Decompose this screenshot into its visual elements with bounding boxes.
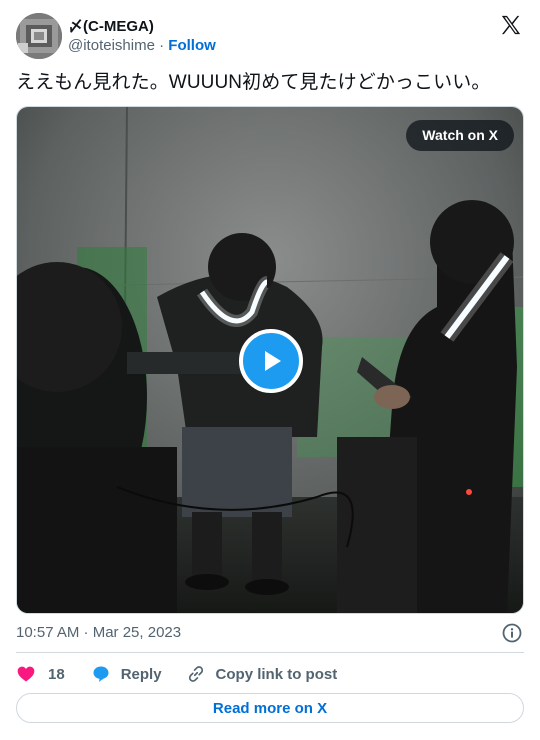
copy-link-button[interactable]: Copy link to post <box>186 664 338 684</box>
link-icon <box>188 666 203 682</box>
author-handle-line: @itoteishime · Follow <box>68 36 216 56</box>
post-timestamp[interactable]: 10:57 AM · Mar 25, 2023 <box>16 623 181 643</box>
play-icon <box>265 351 281 371</box>
info-icon[interactable] <box>502 623 522 643</box>
follow-button[interactable]: Follow <box>168 37 216 54</box>
author-handle[interactable]: @itoteishime <box>68 37 155 54</box>
like-count: 18 <box>48 665 65 683</box>
post-text: ええもん見れた。WUUUN初めて見たけどかっこいい。 <box>16 72 491 93</box>
reply-button[interactable]: Reply <box>91 664 162 684</box>
handle-separator: · <box>154 36 169 54</box>
divider <box>16 652 524 653</box>
embedded-post-card: 〆(C-MEGA) @itoteishime · Follow ええもん見れた。… <box>0 0 540 740</box>
copy-link-label: Copy link to post <box>215 665 338 683</box>
read-more-button[interactable]: Read more on X <box>16 693 524 723</box>
post-header: 〆(C-MEGA) @itoteishime · Follow <box>16 12 524 60</box>
post-actions: 18 Reply Copy link to post <box>16 660 524 688</box>
x-logo-icon[interactable] <box>500 14 522 36</box>
video-player[interactable]: Watch on X <box>16 106 524 614</box>
like-button[interactable]: 18 <box>16 664 65 684</box>
watch-on-x-button[interactable]: Watch on X <box>406 120 514 151</box>
heart-icon <box>17 666 35 682</box>
author-display-name[interactable]: 〆(C-MEGA) <box>68 17 216 36</box>
avatar[interactable] <box>16 13 62 59</box>
reply-label: Reply <box>120 665 162 683</box>
author-info: 〆(C-MEGA) @itoteishime · Follow <box>68 17 216 56</box>
speech-bubble-icon <box>93 666 109 682</box>
play-button[interactable] <box>239 329 303 393</box>
